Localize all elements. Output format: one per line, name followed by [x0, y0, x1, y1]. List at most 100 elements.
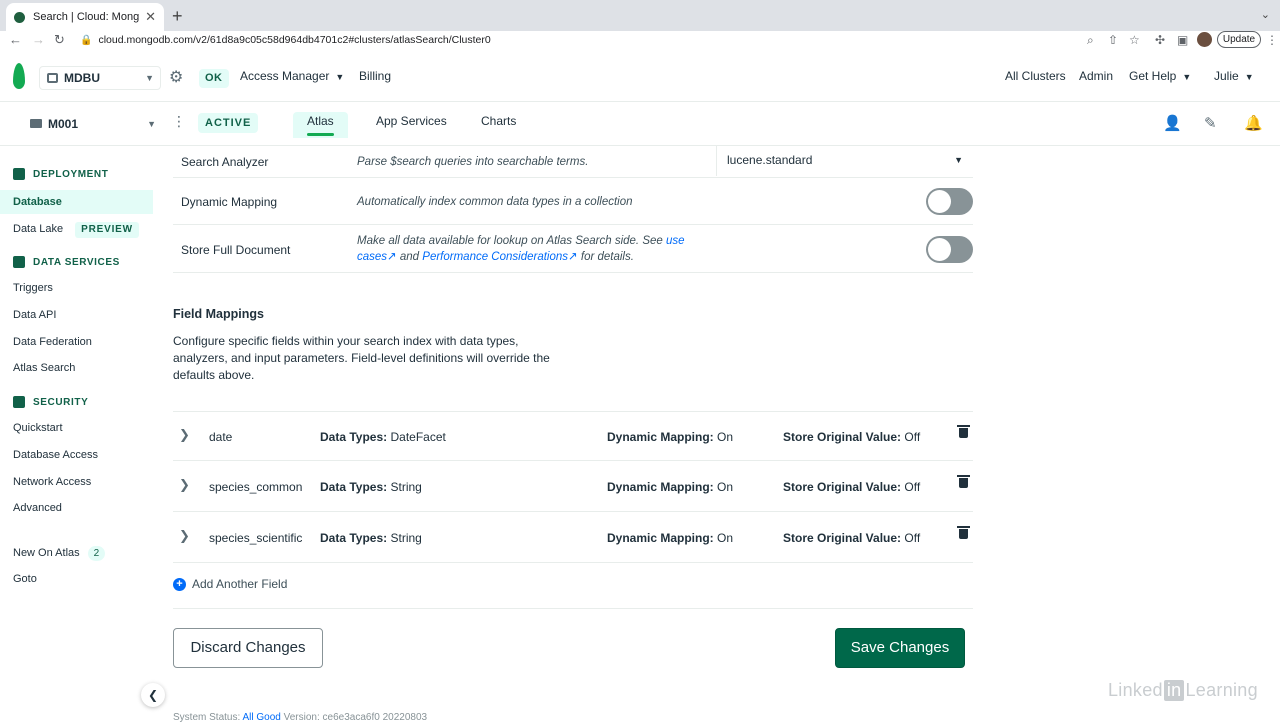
- dynamic-mapping-toggle[interactable]: [926, 188, 973, 215]
- data-services-heading: DATA SERVICES: [13, 256, 120, 268]
- count-badge: 2: [87, 546, 106, 561]
- org-select[interactable]: MDBU ▼: [39, 66, 161, 90]
- mongodb-leaf-icon[interactable]: [13, 63, 25, 89]
- preview-badge: PREVIEW: [75, 222, 139, 238]
- chevron-right-icon[interactable]: ❯: [179, 477, 190, 493]
- folder-icon: [30, 119, 42, 128]
- database-icon: [13, 168, 25, 180]
- sidebar-item-database-access[interactable]: Database Access: [13, 449, 98, 461]
- sidebar-item-goto[interactable]: Goto: [13, 573, 37, 585]
- sidepanel-icon[interactable]: ▣: [1177, 32, 1188, 48]
- update-button[interactable]: Update: [1217, 31, 1261, 48]
- sidebar-item-database[interactable]: Database: [0, 190, 153, 214]
- external-link-icon: ↗: [568, 251, 578, 263]
- sidebar-item-atlas-search[interactable]: Atlas Search: [13, 362, 75, 374]
- user-menu[interactable]: Julie ▼: [1214, 69, 1254, 83]
- analyzer-select[interactable]: lucene.standard ▼: [716, 146, 973, 176]
- zoom-icon[interactable]: ⌕: [1087, 32, 1094, 48]
- reload-icon[interactable]: ↻: [54, 31, 65, 49]
- lock-icon: 🔒: [80, 35, 93, 46]
- field-row[interactable]: ❯ date Data Types: DateFacet Dynamic Map…: [173, 411, 973, 461]
- activity-icon[interactable]: ✎: [1204, 114, 1217, 132]
- tab-atlas[interactable]: Atlas: [293, 112, 348, 138]
- trash-icon[interactable]: [957, 425, 970, 438]
- all-clusters-link[interactable]: All Clusters: [1005, 69, 1066, 83]
- sidebar-item-new-on-atlas[interactable]: New On Atlas 2: [13, 546, 106, 561]
- caret-down-icon: ▼: [1182, 72, 1192, 82]
- linkedin-learning-watermark: Linked in Learning: [1108, 680, 1258, 701]
- admin-link[interactable]: Admin: [1079, 69, 1113, 83]
- forward-icon[interactable]: →: [32, 31, 45, 49]
- sidebar-item-network-access[interactable]: Network Access: [13, 476, 91, 488]
- field-mappings-title: Field Mappings: [173, 307, 264, 321]
- browser-tab[interactable]: Search | Cloud: MongoDB Clo ✕: [6, 3, 164, 31]
- store-full-document-toggle[interactable]: [926, 236, 973, 263]
- get-help-menu[interactable]: Get Help ▼: [1129, 69, 1191, 83]
- add-another-field-button[interactable]: + Add Another Field: [173, 577, 287, 591]
- deployment-heading: DEPLOYMENT: [13, 168, 108, 180]
- chevron-left-icon: ❮: [147, 688, 159, 702]
- security-heading: SECURITY: [13, 396, 88, 408]
- kebab-icon[interactable]: ⋮: [172, 113, 186, 130]
- trash-icon[interactable]: [957, 475, 970, 488]
- sidebar-item-data-api[interactable]: Data API: [13, 309, 56, 321]
- bookmark-star-icon[interactable]: ☆: [1129, 32, 1140, 48]
- field-row[interactable]: ❯ species_common Data Types: String Dyna…: [173, 462, 973, 512]
- performance-considerations-link[interactable]: Performance Considerations↗: [422, 251, 577, 263]
- sidebar-item-triggers[interactable]: Triggers: [13, 282, 53, 294]
- browser-menu-icon[interactable]: ⋮: [1266, 31, 1278, 49]
- field-row[interactable]: ❯ species_scientific Data Types: String …: [173, 513, 973, 563]
- gear-icon[interactable]: ⚙: [169, 67, 183, 87]
- field-name: species_scientific: [209, 531, 303, 545]
- tab-app-services[interactable]: App Services: [376, 114, 447, 128]
- billing-link[interactable]: Billing: [359, 69, 391, 83]
- dynamic-mapping-row: Dynamic Mapping Automatically index comm…: [173, 178, 973, 225]
- field-store-original: Store Original Value: Off: [783, 531, 921, 545]
- back-icon[interactable]: ←: [9, 31, 22, 49]
- trash-icon[interactable]: [957, 526, 970, 539]
- extensions-icon[interactable]: ✣: [1155, 32, 1165, 48]
- sidebar: DEPLOYMENT Database Data Lake PREVIEW DAT…: [0, 146, 153, 720]
- toggle-knob: [928, 190, 951, 213]
- field-store-original: Store Original Value: Off: [783, 430, 921, 444]
- profile-avatar[interactable]: [1197, 32, 1212, 47]
- invite-user-icon[interactable]: 👤: [1163, 114, 1182, 132]
- caret-down-icon: ▼: [145, 73, 154, 83]
- system-status-link[interactable]: All Good: [242, 712, 280, 723]
- field-dynamic-mapping: Dynamic Mapping: On: [607, 430, 734, 444]
- close-tab-icon[interactable]: ✕: [145, 9, 156, 25]
- discard-changes-button[interactable]: Discard Changes: [173, 628, 323, 668]
- bell-icon[interactable]: 🔔: [1244, 114, 1263, 132]
- chevron-right-icon[interactable]: ❯: [179, 528, 190, 544]
- field-dynamic-mapping: Dynamic Mapping: On: [607, 531, 734, 545]
- save-changes-button[interactable]: Save Changes: [835, 628, 965, 668]
- field-data-types: Data Types: String: [320, 531, 422, 545]
- data-services-icon: [13, 256, 25, 268]
- new-tab-icon[interactable]: +: [172, 6, 183, 27]
- sidebar-item-data-lake[interactable]: Data Lake PREVIEW: [13, 222, 139, 238]
- system-status-footer: System Status: All Good Version: ce6e3ac…: [173, 712, 428, 723]
- caret-down-icon: ▼: [1244, 72, 1254, 82]
- sidebar-item-quickstart[interactable]: Quickstart: [13, 422, 63, 434]
- search-analyzer-row: Search Analyzer Parse $search queries in…: [173, 146, 973, 178]
- field-data-types: Data Types: DateFacet: [320, 430, 446, 444]
- caret-down-icon: ▼: [954, 155, 963, 165]
- top-navigation: MDBU ▼ ⚙ OK Access Manager ▼ Billing All …: [0, 52, 1280, 102]
- field-store-original: Store Original Value: Off: [783, 480, 921, 494]
- caret-down-icon: ▼: [147, 119, 156, 129]
- sidebar-item-advanced[interactable]: Advanced: [13, 502, 62, 514]
- store-full-document-desc: Make all data available for lookup on At…: [357, 235, 685, 263]
- collapse-sidebar-button[interactable]: ❮: [141, 683, 165, 707]
- divider: [173, 608, 973, 609]
- tab-search-icon[interactable]: ⌄: [1261, 8, 1270, 21]
- caret-down-icon: ▼: [335, 72, 345, 82]
- field-name: date: [209, 430, 233, 444]
- project-select[interactable]: M001 ▼: [28, 113, 158, 135]
- tab-charts[interactable]: Charts: [481, 114, 516, 128]
- url-field[interactable]: 🔒 cloud.mongodb.com/v2/61d8a9c05c58d964db…: [80, 31, 491, 49]
- sidebar-item-data-federation[interactable]: Data Federation: [13, 336, 92, 348]
- chevron-right-icon[interactable]: ❯: [179, 427, 190, 443]
- address-bar: ← → ↻ 🔒 cloud.mongodb.com/v2/61d8a9c05c58…: [0, 31, 1280, 49]
- share-icon[interactable]: ⇧: [1108, 32, 1118, 48]
- access-manager-menu[interactable]: Access Manager ▼: [240, 69, 344, 83]
